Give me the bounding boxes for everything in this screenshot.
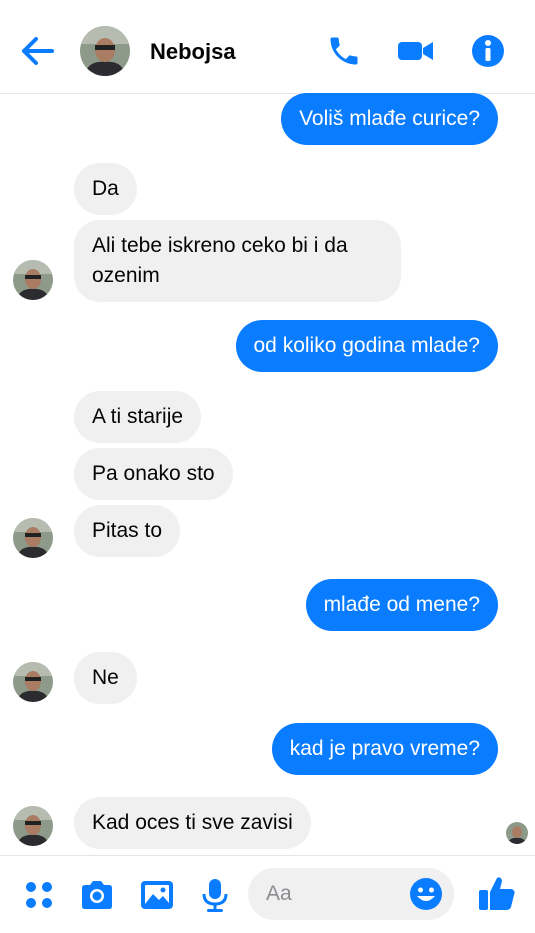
phone-icon[interactable]	[326, 33, 362, 69]
emoji-icon[interactable]	[408, 876, 444, 912]
gallery-icon[interactable]	[138, 876, 176, 914]
incoming-message[interactable]: Da	[74, 163, 137, 215]
back-arrow-icon[interactable]	[18, 34, 58, 68]
message-list[interactable]: Voliš mlađe curice? Da Ali tebe iskreno …	[0, 93, 535, 853]
sender-avatar[interactable]	[13, 518, 53, 558]
incoming-message[interactable]: Ne	[74, 652, 137, 704]
thumbs-up-icon[interactable]	[476, 872, 518, 914]
sender-avatar[interactable]	[13, 806, 53, 846]
contact-name[interactable]: Nebojsa	[150, 39, 236, 65]
incoming-message[interactable]: Pa onako sto	[74, 448, 233, 500]
outgoing-message[interactable]: Voliš mlađe curice?	[281, 93, 498, 145]
outgoing-message[interactable]: kad je pravo vreme?	[271, 723, 498, 775]
message-input[interactable]	[266, 881, 396, 907]
camera-icon[interactable]	[78, 876, 116, 914]
incoming-message[interactable]: Kad oces ti sve zavisi	[74, 797, 311, 849]
contact-avatar[interactable]	[80, 26, 130, 76]
message-composer	[0, 855, 535, 933]
seen-receipt-avatar	[506, 822, 528, 844]
message-input-container[interactable]	[248, 868, 454, 920]
outgoing-message[interactable]: od koliko godina mlade?	[235, 320, 498, 372]
sender-avatar[interactable]	[13, 662, 53, 702]
apps-grid-icon[interactable]	[20, 876, 58, 914]
info-icon[interactable]	[470, 33, 506, 69]
sender-avatar[interactable]	[13, 260, 53, 300]
chat-header: Nebojsa	[0, 6, 535, 94]
incoming-message[interactable]: Ali tebe iskreno ceko bi i da ozenim	[74, 220, 401, 302]
outgoing-message[interactable]: mlađe od mene?	[305, 579, 498, 631]
incoming-message[interactable]: A ti starije	[74, 391, 202, 443]
incoming-message[interactable]: Pitas to	[74, 505, 181, 557]
video-camera-icon[interactable]	[396, 33, 436, 69]
microphone-icon[interactable]	[196, 876, 234, 914]
